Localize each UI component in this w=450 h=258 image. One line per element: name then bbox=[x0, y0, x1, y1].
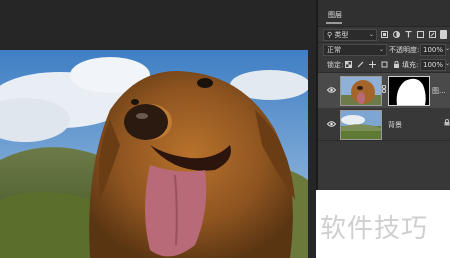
blend-mode-select[interactable]: 正常 ⌄ bbox=[323, 44, 387, 56]
watermark-text: 软件技巧 bbox=[320, 214, 429, 244]
search-icon: ⚲ bbox=[327, 31, 333, 39]
lock-position-icon[interactable] bbox=[369, 61, 376, 68]
lock-fill-row: 锁定: 填充: 100% ⌄ bbox=[318, 58, 450, 72]
lock-artboard-icon[interactable] bbox=[381, 61, 388, 68]
chevron-down-icon[interactable]: ⌄ bbox=[445, 60, 450, 67]
layer-filter-row: ⚲ 类型 ⌄ bbox=[318, 28, 450, 42]
lock-image-pixels-icon[interactable] bbox=[357, 61, 364, 68]
filter-kind-select[interactable]: ⚲ 类型 ⌄ bbox=[323, 29, 377, 41]
fill-input[interactable]: 100% bbox=[420, 59, 446, 71]
layer-mask-thumbnail[interactable] bbox=[388, 76, 430, 106]
active-tab-indicator bbox=[326, 22, 342, 24]
fill-value: 100% bbox=[423, 61, 444, 69]
layer-row[interactable]: 图... bbox=[318, 73, 450, 108]
fill-label: 填充: bbox=[402, 61, 419, 69]
blend-mode-value: 正常 bbox=[327, 46, 341, 54]
filter-toggle[interactable] bbox=[440, 30, 447, 39]
lock-label: 锁定: bbox=[327, 61, 344, 69]
lock-all-icon[interactable] bbox=[393, 61, 400, 68]
chevron-down-icon: ⌄ bbox=[368, 31, 374, 38]
opacity-label: 不透明度: bbox=[389, 46, 420, 54]
lock-transparent-pixels-icon[interactable] bbox=[345, 61, 352, 68]
type-filter-icon[interactable] bbox=[405, 31, 412, 38]
layer-row[interactable]: 背景 bbox=[318, 108, 450, 140]
layer-name[interactable]: 背景 bbox=[388, 120, 402, 130]
document-canvas[interactable] bbox=[0, 0, 318, 258]
separator bbox=[318, 140, 450, 141]
shape-filter-icon[interactable] bbox=[417, 31, 424, 38]
opacity-input[interactable]: 100% bbox=[420, 44, 446, 56]
smart-object-filter-icon[interactable] bbox=[429, 31, 436, 38]
opacity-value: 100% bbox=[423, 46, 444, 54]
layer-name[interactable]: 图... bbox=[432, 86, 446, 96]
chevron-down-icon: ⌄ bbox=[378, 46, 384, 53]
filter-kind-label: 类型 bbox=[334, 31, 349, 39]
eye-icon[interactable] bbox=[327, 121, 336, 127]
layer-thumbnail bbox=[340, 110, 382, 140]
lock-icon bbox=[444, 119, 450, 126]
tab-layers[interactable]: 图层 bbox=[328, 10, 342, 20]
chevron-down-icon[interactable]: ⌄ bbox=[445, 45, 450, 52]
eye-icon[interactable] bbox=[327, 87, 336, 93]
pixel-filter-icon[interactable] bbox=[381, 31, 388, 38]
watermark-box: 软件技巧 bbox=[316, 190, 450, 258]
adjustment-filter-icon[interactable] bbox=[393, 31, 400, 38]
chain-link-icon[interactable] bbox=[382, 85, 386, 93]
dog-photo bbox=[0, 50, 308, 258]
panel-tab-bar: 图层 bbox=[318, 0, 450, 27]
blend-opacity-row: 正常 ⌄ 不透明度: 100% ⌄ bbox=[318, 43, 450, 57]
layer-thumbnail bbox=[340, 76, 382, 106]
